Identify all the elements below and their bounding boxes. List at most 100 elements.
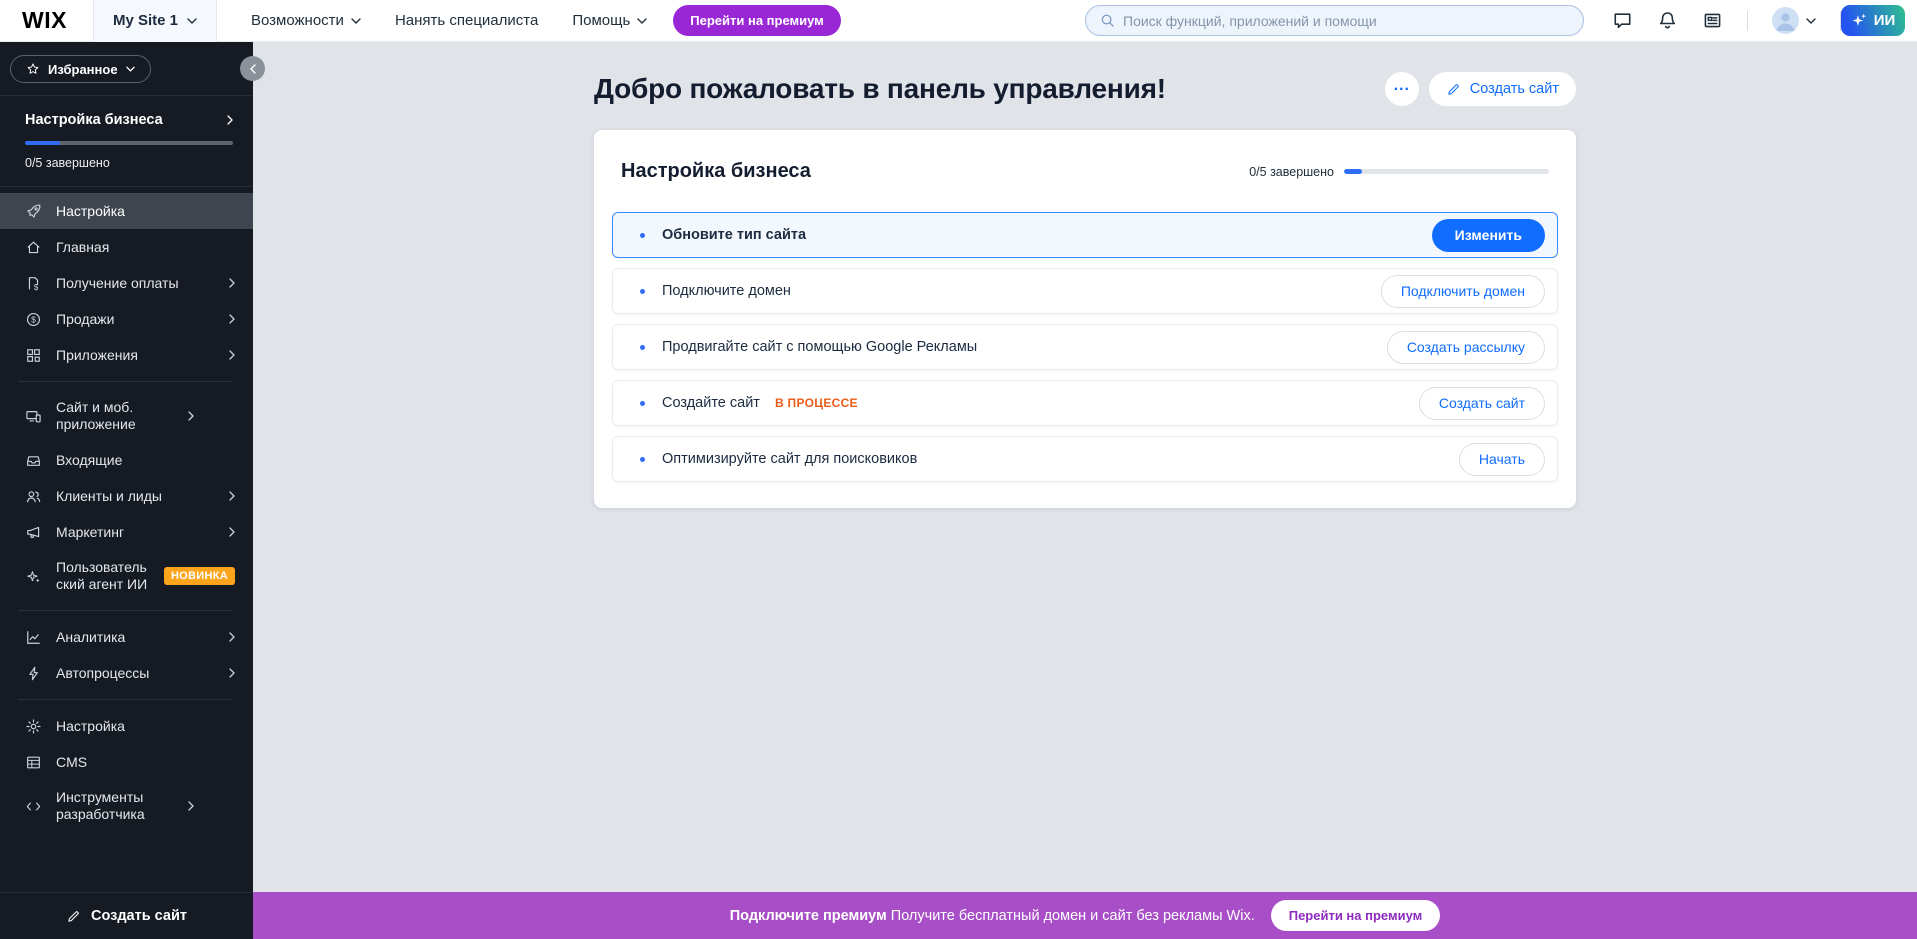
search-bar[interactable] bbox=[1085, 5, 1584, 36]
chevron-down-icon bbox=[187, 18, 197, 24]
favorites-dropdown[interactable]: Избранное bbox=[10, 55, 151, 83]
task-label: Подключите домен bbox=[662, 283, 791, 299]
nav-features[interactable]: Возможности bbox=[251, 12, 361, 29]
code-icon bbox=[25, 798, 42, 815]
table-icon bbox=[25, 754, 42, 771]
sidebar-item-label: Входящие bbox=[56, 452, 235, 469]
nav-hire-professional[interactable]: Нанять специалиста bbox=[395, 12, 538, 29]
premium-banner-text: Подключите премиумПолучите бесплатный до… bbox=[730, 908, 1255, 924]
megaphone-icon bbox=[25, 524, 42, 541]
setup-progress-label: 0/5 завершено bbox=[25, 156, 233, 170]
task-row-update-site-type[interactable]: Обновите тип сайта Изменить bbox=[612, 212, 1558, 258]
sidebar-item-inbox[interactable]: Входящие bbox=[0, 442, 253, 478]
sidebar-item-label: Аналитика bbox=[56, 629, 215, 646]
devices-icon bbox=[25, 408, 42, 425]
task-list: Обновите тип сайта Изменить Подключите д… bbox=[612, 212, 1558, 482]
business-setup-link[interactable]: Настройка бизнеса bbox=[25, 112, 233, 128]
chevron-right-icon bbox=[229, 350, 235, 360]
card-title: Настройка бизнеса bbox=[621, 160, 811, 183]
sidebar-item-label: Клиенты и лиды bbox=[56, 488, 215, 505]
topbar: WIX My Site 1 Возможности Нанять специал… bbox=[0, 0, 1917, 42]
chevron-right-icon bbox=[229, 668, 235, 678]
people-icon bbox=[25, 488, 42, 505]
setup-progress-bar bbox=[25, 141, 233, 145]
account-menu[interactable] bbox=[1772, 7, 1816, 34]
sidebar-item-sales[interactable]: $ Продажи bbox=[0, 301, 253, 337]
sidebar-item-label: Маркетинг bbox=[56, 524, 215, 541]
chevron-down-icon bbox=[1806, 18, 1816, 24]
site-switcher-label: My Site 1 bbox=[113, 12, 178, 29]
task-row-connect-domain[interactable]: Подключите домен Подключить домен bbox=[612, 268, 1558, 314]
task-action-start-button[interactable]: Начать bbox=[1459, 443, 1545, 476]
sidebar-item-custom-ai-agent[interactable]: Пользовательский агент ИИ НОВИНКА bbox=[0, 550, 253, 602]
premium-banner-subtitle: Получите бесплатный домен и сайт без рек… bbox=[891, 908, 1255, 924]
sidebar-collapse-button[interactable] bbox=[240, 56, 265, 81]
chat-icon[interactable] bbox=[1612, 10, 1633, 31]
sidebar-item-analytics[interactable]: Аналитика bbox=[0, 619, 253, 655]
create-site-button[interactable]: Создать сайт bbox=[1429, 72, 1576, 106]
sidebar-item-label: Продажи bbox=[56, 311, 215, 328]
sidebar: Избранное Настройка бизнеса 0/5 завершен… bbox=[0, 42, 253, 939]
sidebar-item-label: Автопроцессы bbox=[56, 665, 215, 682]
chevron-right-icon bbox=[229, 314, 235, 324]
sidebar-item-automations[interactable]: Автопроцессы bbox=[0, 655, 253, 691]
gear-icon bbox=[25, 718, 42, 735]
sidebar-item-customers-leads[interactable]: Клиенты и лиды bbox=[0, 478, 253, 514]
nav-features-label: Возможности bbox=[251, 12, 344, 29]
sidebar-item-label: Настройка bbox=[56, 718, 235, 735]
divider bbox=[18, 699, 233, 700]
task-row-create-site[interactable]: Создайте сайт В ПРОЦЕССЕ Создать сайт bbox=[612, 380, 1558, 426]
nav-help[interactable]: Помощь bbox=[572, 12, 647, 29]
more-actions-button[interactable]: ... bbox=[1385, 72, 1419, 106]
chevron-right-icon bbox=[229, 632, 235, 642]
chevron-down-icon bbox=[126, 66, 135, 72]
chevron-right-icon bbox=[229, 491, 235, 501]
create-site-button-label: Создать сайт bbox=[1470, 81, 1559, 97]
chevron-right-icon bbox=[229, 527, 235, 537]
sidebar-item-home[interactable]: Главная bbox=[0, 229, 253, 265]
sidebar-item-dev-tools[interactable]: Инструменты разработчика bbox=[0, 780, 253, 832]
bullet-icon bbox=[640, 233, 645, 238]
sidebar-item-marketing[interactable]: Маркетинг bbox=[0, 514, 253, 550]
invoice-icon: $ bbox=[25, 275, 42, 292]
new-badge: НОВИНКА bbox=[164, 567, 235, 585]
main-content: Добро пожаловать в панель управления! ..… bbox=[253, 42, 1917, 892]
site-switcher[interactable]: My Site 1 bbox=[93, 0, 217, 42]
pencil-icon bbox=[66, 909, 81, 924]
chevron-right-icon bbox=[188, 801, 194, 811]
business-setup-panel: Настройка бизнеса 0/5 завершено bbox=[0, 96, 253, 186]
card-progress-bar bbox=[1344, 169, 1549, 174]
news-feed-icon[interactable] bbox=[1702, 10, 1723, 31]
sidebar-item-get-paid[interactable]: $ Получение оплаты bbox=[0, 265, 253, 301]
premium-banner-button[interactable]: Перейти на премиум bbox=[1271, 900, 1441, 931]
inbox-icon bbox=[25, 452, 42, 469]
chevron-down-icon bbox=[351, 18, 361, 24]
sidebar-item-apps[interactable]: Приложения bbox=[0, 337, 253, 373]
divider bbox=[18, 381, 233, 382]
bullet-icon bbox=[640, 457, 645, 462]
ai-assistant-button[interactable]: ИИ bbox=[1841, 5, 1905, 36]
pencil-icon bbox=[1446, 82, 1461, 97]
sidebar-item-settings[interactable]: Настройка bbox=[0, 708, 253, 744]
task-action-change-button[interactable]: Изменить bbox=[1432, 219, 1545, 252]
wix-logo[interactable]: WIX bbox=[22, 7, 67, 34]
task-label: Оптимизируйте сайт для поисковиков bbox=[662, 451, 917, 467]
task-action-create-campaign-button[interactable]: Создать рассылку bbox=[1387, 331, 1545, 364]
search-input[interactable] bbox=[1123, 13, 1569, 29]
task-row-seo-optimize[interactable]: Оптимизируйте сайт для поисковиков Начат… bbox=[612, 436, 1558, 482]
notifications-bell-icon[interactable] bbox=[1657, 10, 1678, 31]
sparkles-icon bbox=[1851, 12, 1868, 29]
task-row-promote-google-ads[interactable]: Продвигайте сайт с помощью Google Реклам… bbox=[612, 324, 1558, 370]
sidebar-item-site-mobile-app[interactable]: Сайт и моб. приложение bbox=[0, 390, 253, 442]
task-action-create-site-button[interactable]: Создать сайт bbox=[1419, 387, 1545, 420]
premium-banner: Подключите премиумПолучите бесплатный до… bbox=[253, 892, 1917, 939]
sidebar-item-setup[interactable]: Настройка bbox=[0, 193, 253, 229]
sidebar-item-cms[interactable]: CMS bbox=[0, 744, 253, 780]
page-title: Добро пожаловать в панель управления! bbox=[594, 73, 1166, 105]
task-action-connect-domain-button[interactable]: Подключить домен bbox=[1381, 275, 1545, 308]
sidebar-item-label: CMS bbox=[56, 754, 235, 771]
chevron-right-icon bbox=[188, 411, 194, 421]
sidebar-create-site-button[interactable]: Создать сайт bbox=[0, 892, 253, 939]
upgrade-premium-button[interactable]: Перейти на премиум bbox=[673, 5, 841, 36]
task-label: Обновите тип сайта bbox=[662, 227, 806, 243]
